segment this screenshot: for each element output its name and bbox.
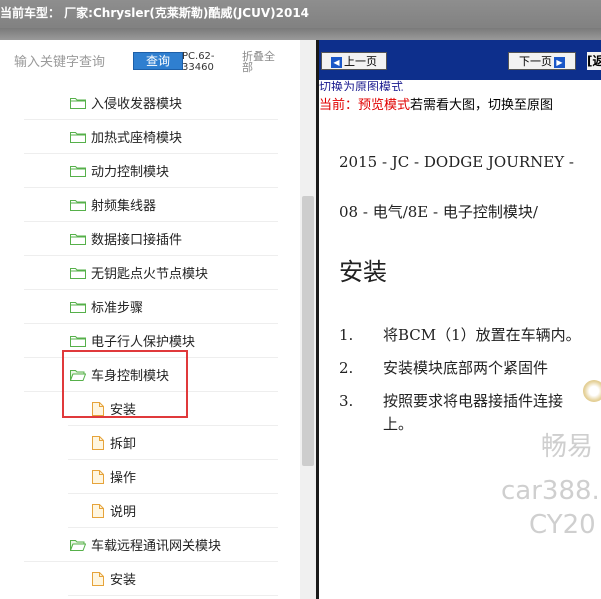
content-panel: ◀ 上一页 下一页 ▶ [返 切换为原图模式 当前：预览模式若需看大图，切换至原图 … (319, 40, 601, 599)
doc-step: 3. 按照要求将电器接插件连接 (339, 390, 563, 411)
tree-item-label: 数据接口接插件 (91, 233, 183, 248)
left-arrow-icon: ◀ (331, 56, 342, 68)
tree-item-label: 安装 (110, 573, 137, 588)
title-bar-shade (0, 28, 601, 40)
folder-icon (70, 199, 86, 211)
watermark-text: car388. (501, 476, 600, 506)
tree-leaf-item[interactable]: 拆卸 (68, 426, 278, 460)
folder-icon (70, 335, 86, 347)
tree-item-label: 拆卸 (110, 437, 137, 452)
tree-item-label: 入侵收发器模块 (91, 97, 183, 112)
doc-step-text: 安装模块底部两个紧固件 (383, 359, 549, 377)
search-row: 查询 PC.62-33460 折叠全部 (0, 40, 316, 86)
left-panel: 查询 PC.62-33460 折叠全部 入侵收发器模块加热式座椅模块动力控制模块… (0, 40, 316, 599)
tree-item-label: 无钥匙点火节点模块 (91, 267, 209, 282)
right-arrow-icon: ▶ (554, 56, 565, 68)
pc-code: PC.62-33460 (182, 51, 215, 73)
folder-icon (70, 301, 86, 313)
tree-folder-item[interactable]: 动力控制模块 (24, 154, 278, 188)
doc-section-line: 08 - 电气/8E - 电子控制模块/ (339, 203, 538, 221)
query-button[interactable]: 查询 (133, 52, 183, 70)
tree-folder-item[interactable]: 标准步骤 (24, 290, 278, 324)
preview-mode-hint: 若需看大图，切换至原图 (410, 98, 554, 113)
doc-step-number: 2. (339, 359, 354, 377)
next-page-button[interactable]: 下一页 ▶ (508, 52, 576, 70)
doc-step-text: 按照要求将电器接插件连接 (383, 392, 564, 410)
tree-item-label: 射频集线器 (91, 199, 157, 214)
tree-folder-item[interactable]: 车载远程通讯网关模块 (24, 528, 278, 562)
tree-folder-item[interactable]: 入侵收发器模块 (24, 86, 278, 120)
return-button[interactable]: [返 (587, 52, 601, 70)
prev-page-label: 上一页 (344, 55, 377, 68)
title-bar: 当前车型： 厂家:Chrysler(克莱斯勒)酷威(JCUV)2014 (0, 0, 601, 40)
tree-leaf-item[interactable]: 安装 (68, 562, 278, 596)
collapse-all-link[interactable]: 折叠全部 (242, 51, 282, 73)
folder-icon (70, 97, 86, 109)
tree-scrollbar[interactable] (300, 40, 316, 599)
folder-icon (70, 131, 86, 143)
highlight-box (62, 350, 188, 418)
tree-folder-item[interactable]: 加热式座椅模块 (24, 120, 278, 154)
document-icon (92, 435, 104, 450)
doc-step-number: 1. (339, 326, 354, 344)
preview-mode-label: 当前：预览模式 (319, 98, 411, 113)
prev-page-button[interactable]: ◀ 上一页 (321, 52, 387, 70)
doc-heading: 安装 (339, 258, 387, 286)
next-page-label: 下一页 (519, 55, 552, 68)
document-icon (92, 469, 104, 484)
page-nav-bar: ◀ 上一页 下一页 ▶ [返 (319, 40, 601, 80)
watermark-text: CY20 (529, 510, 596, 540)
tree-item-label: 标准步骤 (91, 301, 144, 316)
tree-item-label: 车载远程通讯网关模块 (91, 539, 222, 554)
folder-icon (70, 233, 86, 245)
watermark-text: 畅易 (541, 432, 594, 462)
switch-original-mode-link[interactable]: 切换为原图模式 (319, 80, 403, 91)
tree-folder-item[interactable]: 射频集线器 (24, 188, 278, 222)
doc-step-number: 3. (339, 392, 354, 410)
scroll-thumb[interactable] (302, 196, 314, 466)
tree-leaf-item[interactable]: 说明 (68, 494, 278, 528)
tree-item-label: 操作 (110, 471, 137, 486)
window-title: 当前车型： 厂家:Chrysler(克莱斯勒)酷威(JCUV)2014 (0, 6, 310, 20)
document-icon (92, 571, 104, 586)
tree-item-label: 说明 (110, 505, 137, 520)
doc-step: 2. 安装模块底部两个紧固件 (339, 357, 548, 378)
folder-icon (70, 267, 86, 279)
folder-icon (70, 165, 86, 177)
tree-item-label: 加热式座椅模块 (91, 131, 183, 146)
folder-open-icon (70, 539, 86, 551)
doc-step-text: 将BCM（1）放置在车辆内。 (383, 326, 581, 344)
document-icon (92, 503, 104, 518)
preview-mode-notice: 当前：预览模式若需看大图，切换至原图 (319, 94, 553, 113)
search-input[interactable] (14, 52, 134, 72)
tree-item-label: 动力控制模块 (91, 165, 170, 180)
doc-step: 上。 (339, 413, 413, 434)
tree-folder-item[interactable]: 数据接口接插件 (24, 222, 278, 256)
doc-step: 1. 将BCM（1）放置在车辆内。 (339, 324, 581, 345)
loading-icon (583, 380, 601, 402)
tree-folder-item[interactable]: 无钥匙点火节点模块 (24, 256, 278, 290)
doc-vehicle-line: 2015 - JC - DODGE JOURNEY - (339, 153, 574, 171)
tree-leaf-item[interactable]: 操作 (68, 460, 278, 494)
tree-item-label: 电子行人保护模块 (91, 335, 196, 350)
doc-step-text: 上。 (383, 415, 414, 433)
